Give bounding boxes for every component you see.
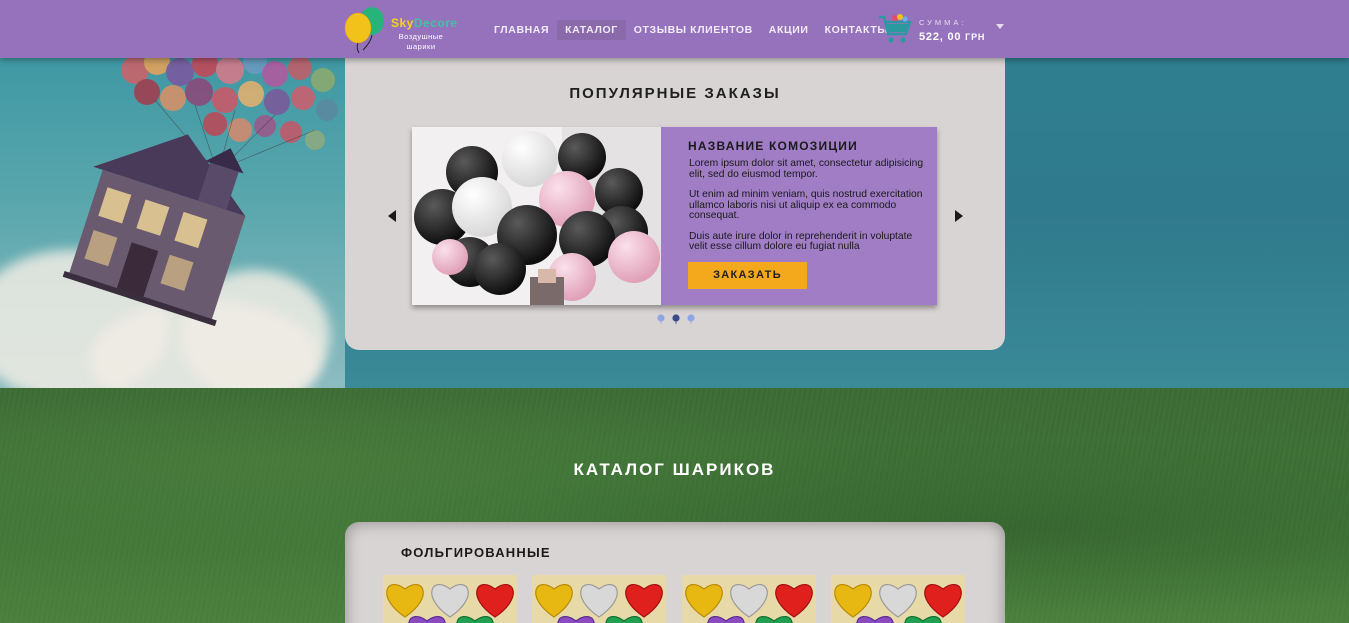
catalog-item-card[interactable] (532, 575, 666, 623)
foil-hearts-photo (386, 584, 514, 623)
order-button[interactable]: ЗАКАЗАТЬ (688, 262, 807, 289)
foil-heart-balloon (707, 616, 745, 623)
balloons-logo-icon (344, 7, 384, 54)
foil-heart-balloon (856, 616, 894, 623)
cart-icon (879, 14, 912, 43)
foil-hearts-photo (834, 584, 962, 623)
foil-heart-balloon (386, 584, 424, 618)
foil-heart-balloon (625, 584, 663, 618)
logo-title-sky: Sky (391, 16, 414, 30)
slide-paragraph: Lorem ipsum dolor sit amet, consectetur … (689, 158, 924, 180)
catalog-title: КАТАЛОГ ШАРИКОВ (573, 460, 776, 479)
caret-down-icon[interactable] (996, 24, 1004, 29)
carousel-dot-icon[interactable] (657, 314, 665, 324)
flying-house-illustration (62, 134, 246, 327)
arrow-left-icon[interactable] (388, 210, 396, 222)
foil-hearts-photo (535, 584, 663, 623)
popular-orders-title: ПОПУЛЯРНЫЕ ЗАКАЗЫ (569, 85, 781, 102)
foil-heart-balloon (730, 584, 768, 618)
foil-heart-balloon (476, 584, 514, 618)
slide-title: НАЗВАНИЕ КОМОЗИЦИИ (688, 139, 858, 153)
logo-subtitle: Воздушные шарики (398, 32, 444, 51)
foil-heart-balloon (580, 584, 618, 618)
foil-heart-balloon (834, 584, 872, 618)
carousel-dot-icon[interactable] (687, 314, 695, 324)
cart-sum-label: СУММА: (919, 18, 967, 27)
catalog-panel: ФОЛЬГИРОВАННЫЕ (345, 522, 1005, 623)
nav-item-catalog[interactable]: КАТАЛОГ (557, 20, 626, 40)
slide-image (412, 127, 661, 305)
slide-paragraph: Duis aute irure dolor in reprehenderit i… (689, 230, 913, 252)
arrow-right-icon[interactable] (955, 210, 963, 222)
slide-info: НАЗВАНИЕ КОМОЗИЦИИ Lorem ipsum dolor sit… (661, 127, 937, 305)
nav-item-promotions[interactable]: АКЦИИ (761, 20, 817, 40)
foil-heart-balloon (755, 616, 793, 623)
main-nav: ГЛАВНАЯ КАТАЛОГ ОТЗЫВЫ КЛИЕНТОВ АКЦИИ КО… (486, 20, 896, 40)
foil-heart-balloon (904, 616, 942, 623)
cart-amount: 522, 00 (919, 31, 962, 43)
cart-currency: ГРН (965, 32, 986, 42)
foil-heart-balloon (605, 616, 643, 623)
logo-title-decore: Decore (413, 16, 458, 30)
foil-heart-balloon (557, 616, 595, 623)
catalog-item-card[interactable] (831, 575, 965, 623)
foil-heart-balloon (456, 616, 494, 623)
catalog-item-card[interactable] (383, 575, 517, 623)
foil-heart-balloon (535, 584, 573, 618)
foil-heart-balloon (879, 584, 917, 618)
logo-title: SkyDecore (391, 16, 458, 30)
balloons-bouquet-photo (412, 127, 661, 305)
cart-sum-value: 522, 00 ГРН (919, 31, 985, 43)
cart-summary[interactable]: СУММА: 522, 00 ГРН (878, 12, 1008, 48)
popular-orders-panel: ПОПУЛЯРНЫЕ ЗАКАЗЫ НАЗВАНИЕ КОМОЗИЦИИ Lor… (345, 58, 1005, 350)
nav-item-reviews[interactable]: ОТЗЫВЫ КЛИЕНТОВ (626, 20, 761, 40)
carousel-dot-icon-active[interactable] (672, 314, 680, 324)
catalog-item-card[interactable] (682, 575, 816, 623)
slide-description: Lorem ipsum dolor sit amet, consectetur … (689, 158, 929, 263)
site-header: SkyDecore Воздушные шарики ГЛАВНАЯ КАТАЛ… (0, 0, 1349, 58)
foil-heart-balloon (924, 584, 962, 618)
foil-heart-balloon (685, 584, 723, 618)
carousel-dots (657, 314, 695, 326)
foil-heart-balloon (431, 584, 469, 618)
foil-heart-balloon (408, 616, 446, 623)
foil-hearts-photo (685, 584, 813, 623)
carousel-slide: НАЗВАНИЕ КОМОЗИЦИИ Lorem ipsum dolor sit… (412, 127, 937, 305)
foil-heart-balloon (775, 584, 813, 618)
nav-item-home[interactable]: ГЛАВНАЯ (486, 20, 557, 40)
site-logo[interactable]: SkyDecore Воздушные шарики (343, 6, 458, 54)
slide-paragraph: Ut enim ad minim veniam, quis nostrud ex… (689, 189, 923, 221)
category-title: ФОЛЬГИРОВАННЫЕ (401, 545, 551, 560)
